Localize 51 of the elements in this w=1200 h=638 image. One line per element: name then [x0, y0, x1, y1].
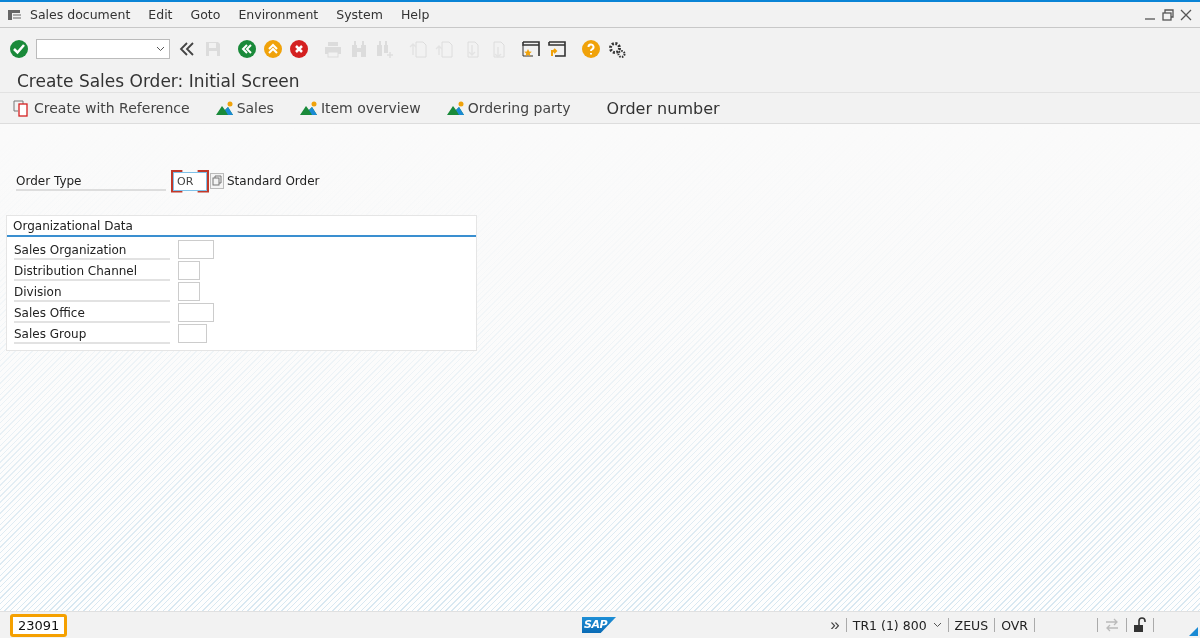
input-field[interactable]: [178, 324, 207, 343]
sap-logo: SAP: [582, 617, 616, 633]
menu-item[interactable]: Sales document: [30, 7, 131, 22]
field-description: Standard Order: [227, 174, 320, 188]
input-field[interactable]: [178, 303, 214, 322]
menu-item[interactable]: Edit: [148, 7, 173, 22]
window-arrow-icon[interactable]: [546, 38, 568, 60]
field-label: Division: [14, 281, 170, 302]
menu-item[interactable]: System: [336, 7, 383, 22]
screen-title: Create Sales Order: Initial Screen: [16, 70, 301, 92]
value-help-icon[interactable]: [210, 173, 224, 189]
status-message: 23091: [10, 613, 68, 637]
restore-icon[interactable]: [1162, 8, 1174, 21]
group-title: Organizational Data: [7, 216, 476, 237]
command-field[interactable]: [36, 39, 170, 59]
mountain-icon: [446, 100, 465, 116]
field-label: Distribution Channel: [14, 260, 170, 281]
menu-item[interactable]: Goto: [190, 7, 221, 22]
input-field[interactable]: [178, 282, 200, 301]
copy-document-icon: [13, 99, 31, 117]
enter-icon[interactable]: [8, 38, 30, 60]
input-field[interactable]: [178, 240, 214, 259]
close-icon[interactable]: [1180, 8, 1192, 21]
mountain-icon: [299, 100, 318, 116]
field-label: Order Type: [16, 171, 166, 191]
menu-item[interactable]: Environment: [238, 7, 319, 22]
resize-grip-icon[interactable]: [1189, 627, 1198, 636]
input-mode: OVR: [1001, 617, 1028, 633]
padlock-icon[interactable]: [1133, 617, 1147, 633]
server-name: ZEUS: [954, 617, 989, 633]
toolbar-button[interactable]: Sales: [215, 100, 274, 116]
mountain-icon: [215, 100, 234, 116]
field-label: Sales Office: [14, 302, 170, 323]
field-label: Sales Organization: [14, 239, 170, 260]
field-label: Sales Group: [14, 323, 170, 344]
system-dropdown[interactable]: TR1 (1) 800: [852, 617, 942, 633]
cancel-icon[interactable]: [288, 38, 310, 60]
caret-icon[interactable]: [932, 622, 942, 628]
caret-icon[interactable]: [156, 46, 165, 52]
menu-item[interactable]: Help: [400, 7, 430, 22]
toolbar-button[interactable]: Ordering party: [446, 100, 571, 116]
order-type-field[interactable]: OR: [173, 171, 207, 191]
transfer-icon[interactable]: [1104, 618, 1120, 632]
back-icon[interactable]: [236, 38, 258, 60]
input-field[interactable]: [178, 261, 200, 280]
toolbar-button[interactable]: Order number: [606, 98, 720, 118]
window-star-icon[interactable]: [520, 38, 542, 60]
menu-icon[interactable]: [8, 8, 22, 21]
expand-button[interactable]: »: [830, 615, 840, 635]
toolbar-button[interactable]: Item overview: [299, 100, 421, 116]
toolbar-button[interactable]: Create with Reference: [13, 99, 190, 117]
